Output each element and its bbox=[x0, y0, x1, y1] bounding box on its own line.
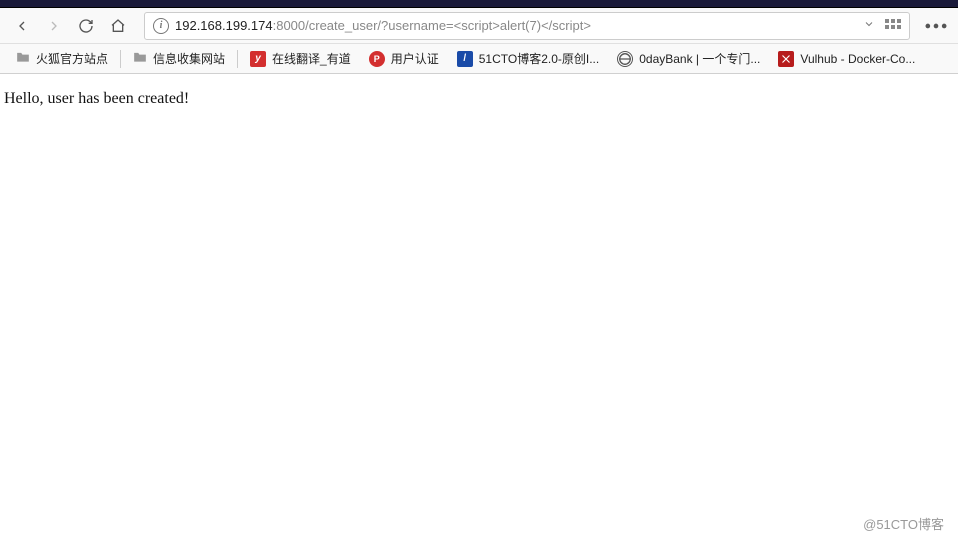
bookmark-youdao[interactable]: y 在线翻译_有道 bbox=[242, 46, 359, 71]
window-top-strip bbox=[0, 0, 958, 8]
bookmark-label: 用户认证 bbox=[391, 50, 439, 67]
navigation-toolbar: i 192.168.199.174:8000/create_user/?user… bbox=[0, 8, 958, 44]
cto-icon: / bbox=[457, 51, 473, 67]
bookmark-label: 火狐官方站点 bbox=[36, 50, 108, 67]
oday-icon bbox=[617, 51, 633, 67]
page-content: Hello, user has been created! bbox=[0, 74, 958, 124]
bookmark-folder-firefox[interactable]: 火狐官方站点 bbox=[8, 46, 116, 71]
folder-icon bbox=[16, 51, 30, 66]
bookmark-label: 51CTO博客2.0-原创I... bbox=[479, 50, 599, 67]
watermark: @51CTO博客 bbox=[863, 514, 944, 533]
chevron-down-icon[interactable] bbox=[863, 18, 875, 33]
forward-button[interactable] bbox=[40, 12, 68, 40]
separator bbox=[120, 50, 121, 68]
more-menu-button[interactable] bbox=[922, 12, 950, 40]
bookmark-51cto[interactable]: / 51CTO博客2.0-原创I... bbox=[449, 46, 607, 71]
url-right-controls bbox=[863, 18, 901, 34]
url-path: :8000/create_user/?username=<script>aler… bbox=[273, 18, 591, 33]
bookmark-vulhub[interactable]: Vulhub - Docker-Co... bbox=[770, 47, 923, 71]
reload-button[interactable] bbox=[72, 12, 100, 40]
bookmark-userauth[interactable]: P 用户认证 bbox=[361, 46, 447, 71]
bookmarks-toolbar: 火狐官方站点 信息收集网站 y 在线翻译_有道 P 用户认证 / 51CTO博客… bbox=[0, 44, 958, 74]
url-text: 192.168.199.174:8000/create_user/?userna… bbox=[175, 18, 857, 33]
bookmark-label: 信息收集网站 bbox=[153, 50, 225, 67]
separator bbox=[237, 50, 238, 68]
page-message: Hello, user has been created! bbox=[4, 90, 189, 107]
home-button[interactable] bbox=[104, 12, 132, 40]
userauth-icon: P bbox=[369, 51, 385, 67]
bookmark-0daybank[interactable]: 0dayBank | 一个专门... bbox=[609, 46, 768, 71]
reader-mode-icon[interactable] bbox=[885, 18, 901, 34]
bookmark-folder-infocollect[interactable]: 信息收集网站 bbox=[125, 46, 233, 71]
vulhub-icon bbox=[778, 51, 794, 67]
bookmark-label: 0dayBank | 一个专门... bbox=[639, 50, 760, 67]
url-host: 192.168.199.174 bbox=[175, 18, 273, 33]
bookmark-label: 在线翻译_有道 bbox=[272, 50, 351, 67]
address-bar[interactable]: i 192.168.199.174:8000/create_user/?user… bbox=[144, 12, 910, 40]
bookmark-label: Vulhub - Docker-Co... bbox=[800, 52, 915, 66]
site-info-icon[interactable]: i bbox=[153, 18, 169, 34]
folder-icon bbox=[133, 51, 147, 66]
youdao-icon: y bbox=[250, 51, 266, 67]
back-button[interactable] bbox=[8, 12, 36, 40]
